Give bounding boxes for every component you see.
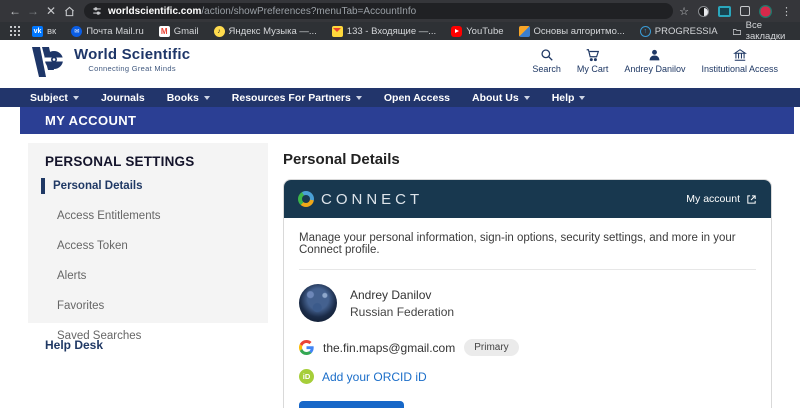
nav-about-us[interactable]: About Us	[472, 92, 530, 104]
bookmarks-bar: vkвк ✉Почта Mail.ru MGmail ♪Яндекс Музык…	[0, 22, 800, 40]
bookmark-star-icon[interactable]: ☆	[679, 5, 689, 18]
page-title: Personal Details	[283, 151, 772, 168]
youtube-icon	[451, 26, 462, 37]
bookmark-youtube[interactable]: YouTube	[451, 26, 503, 37]
world-scientific-logo[interactable]: World Scientific Connecting Great Minds	[30, 46, 190, 79]
primary-badge: Primary	[464, 339, 518, 356]
back-icon[interactable]: ←	[6, 0, 24, 22]
sidebar-item-favorites[interactable]: Favorites	[45, 298, 268, 314]
nav-books[interactable]: Books	[167, 92, 210, 104]
sidebar-item-access-entitlements[interactable]: Access Entitlements	[45, 208, 268, 224]
user-name: Andrey Danilov	[350, 288, 454, 302]
chevron-down-icon	[204, 96, 210, 100]
bookmark-progressia[interactable]: ↑PROGRESSIA	[640, 26, 718, 37]
chevron-down-icon	[356, 96, 362, 100]
my-account-link[interactable]: My account	[686, 193, 757, 205]
connect-wordmark: CONNECT	[321, 191, 423, 208]
connect-card-header: CONNECT My account	[284, 180, 771, 218]
connect-brand: CONNECT	[298, 191, 423, 208]
apps-grid-icon[interactable]	[10, 26, 20, 36]
help-desk-link[interactable]: Help Desk	[45, 338, 103, 352]
search-button[interactable]: Search	[532, 48, 561, 74]
nav-help[interactable]: Help	[552, 92, 586, 104]
chevron-down-icon	[73, 96, 79, 100]
bookmark-vk[interactable]: vkвк	[32, 26, 56, 37]
stop-icon[interactable]: ✕	[42, 0, 60, 22]
yandex-music-icon: ♪	[214, 26, 225, 37]
url-text: worldscientific.com/action/showPreferenc…	[108, 6, 416, 17]
institution-icon	[733, 48, 747, 62]
folder-icon	[733, 27, 741, 36]
site-header: World Scientific Connecting Great Minds …	[0, 40, 800, 88]
logo-title: World Scientific	[74, 46, 190, 63]
orcid-icon: iD	[299, 369, 314, 384]
settings-sidebar: PERSONAL SETTINGS Personal Details Acces…	[28, 143, 268, 323]
browser-actions: ☆ ⋮	[679, 5, 794, 18]
my-account-banner: MY ACCOUNT	[20, 107, 794, 134]
user-country: Russian Federation	[350, 305, 454, 319]
nav-journals[interactable]: Journals	[101, 92, 145, 104]
sidebar-item-personal-details[interactable]: Personal Details	[41, 178, 268, 194]
bookmark-inbox[interactable]: 133 - Входящие —...	[332, 26, 436, 37]
ws-logo-icon	[30, 46, 66, 79]
email-address: the.fin.maps@gmail.com	[323, 341, 455, 355]
mailru-icon: ✉	[71, 26, 82, 37]
search-icon	[540, 48, 554, 62]
main-content: Personal Details CONNECT My account Mana…	[283, 151, 772, 408]
cube-icon	[519, 26, 530, 37]
screen: ← → ✕ worldscientific.com/action/showPre…	[0, 0, 800, 408]
sidebar-title: PERSONAL SETTINGS	[45, 154, 268, 169]
all-bookmarks-button[interactable]: Все закладки	[733, 20, 789, 42]
nav-open-access[interactable]: Open Access	[384, 92, 450, 104]
home-icon[interactable]	[60, 0, 78, 22]
bookmark-yandex-music[interactable]: ♪Яндекс Музыка —...	[214, 26, 317, 37]
site-info-icon[interactable]	[92, 6, 102, 16]
connect-description: Manage your personal information, sign-i…	[299, 232, 756, 256]
gmail-icon: M	[159, 26, 170, 37]
account-button[interactable]: Andrey Danilov	[624, 48, 685, 74]
bookmark-gmail[interactable]: MGmail	[159, 26, 199, 37]
google-icon	[299, 340, 314, 355]
institutional-access-button[interactable]: Institutional Access	[701, 48, 778, 74]
cart-icon	[585, 48, 600, 62]
external-link-icon	[746, 194, 757, 205]
active-extension-icon[interactable]	[718, 6, 731, 17]
connect-card-body: Manage your personal information, sign-i…	[284, 218, 771, 408]
browser-profile-avatar[interactable]	[759, 5, 772, 18]
nav-resources-for-partners[interactable]: Resources For Partners	[232, 92, 362, 104]
chevron-down-icon	[579, 96, 585, 100]
main-nav: Subject Journals Books Resources For Par…	[0, 88, 800, 107]
extension-icon[interactable]	[698, 6, 709, 17]
banner-title: MY ACCOUNT	[45, 113, 136, 128]
mail-envelope-icon	[332, 26, 343, 37]
connect-logo-icon	[298, 191, 314, 207]
sidebar-item-access-token[interactable]: Access Token	[45, 238, 268, 254]
user-icon	[648, 48, 661, 62]
user-avatar	[299, 284, 337, 322]
add-orcid-link[interactable]: Add your ORCID iD	[322, 370, 427, 384]
logo-tagline: Connecting Great Minds	[74, 64, 190, 73]
forward-icon[interactable]: →	[24, 0, 42, 22]
bookmark-mailru[interactable]: ✉Почта Mail.ru	[71, 26, 144, 37]
nav-subject[interactable]: Subject	[30, 92, 79, 104]
url-bar[interactable]: worldscientific.com/action/showPreferenc…	[84, 3, 673, 19]
browser-toolbar: ← → ✕ worldscientific.com/action/showPre…	[0, 0, 800, 22]
browser-menu-icon[interactable]: ⋮	[781, 5, 792, 18]
email-row: the.fin.maps@gmail.com Primary	[299, 339, 756, 356]
progressia-icon: ↑	[640, 26, 651, 37]
divider	[299, 269, 756, 270]
header-actions: Search My Cart Andrey Danilov Institutio…	[532, 48, 778, 74]
connect-card: CONNECT My account Manage your personal …	[283, 179, 772, 408]
sidebar-item-alerts[interactable]: Alerts	[45, 268, 268, 284]
orcid-row[interactable]: iD Add your ORCID iD	[299, 369, 756, 384]
chevron-down-icon	[524, 96, 530, 100]
user-row: Andrey Danilov Russian Federation	[299, 284, 756, 322]
extensions-menu-icon[interactable]	[740, 6, 750, 16]
edit-profile-button[interactable]: Edit my profile	[299, 401, 404, 408]
bookmark-algorithms[interactable]: Основы алгоритмо...	[519, 26, 625, 37]
my-cart-button[interactable]: My Cart	[577, 48, 609, 74]
vk-icon: vk	[32, 26, 43, 37]
